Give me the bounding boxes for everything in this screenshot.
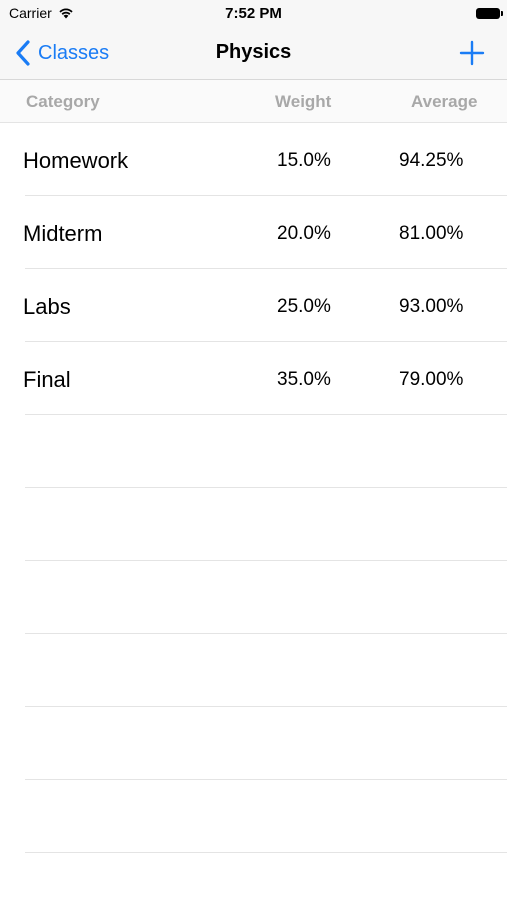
table-row[interactable]: Homework 15.0% 94.25% bbox=[0, 123, 507, 196]
page-title: Physics bbox=[215, 41, 292, 63]
empty-row bbox=[0, 634, 507, 707]
category-average: 93.00% bbox=[399, 296, 464, 317]
table-row[interactable]: Midterm 20.0% 81.00% bbox=[0, 196, 507, 269]
category-name: Homework bbox=[23, 148, 129, 173]
column-header-category: Category bbox=[26, 92, 100, 111]
empty-row bbox=[0, 707, 507, 780]
plus-icon[interactable] bbox=[459, 40, 485, 66]
category-weight: 15.0% bbox=[277, 150, 331, 171]
empty-row bbox=[0, 561, 507, 634]
column-header-weight: Weight bbox=[275, 92, 332, 111]
status-time: 7:52 PM bbox=[225, 5, 282, 22]
table-header: Category Weight Average bbox=[0, 80, 507, 123]
category-average: 79.00% bbox=[399, 369, 464, 390]
status-bar: Carrier 7:52 PM bbox=[0, 0, 507, 28]
category-weight: 35.0% bbox=[277, 369, 331, 390]
category-name: Labs bbox=[23, 294, 71, 319]
category-weight: 20.0% bbox=[277, 223, 331, 244]
category-table: Homework 15.0% 94.25% Midterm 20.0% 81.0… bbox=[0, 123, 507, 853]
empty-row bbox=[0, 415, 507, 488]
empty-row bbox=[0, 488, 507, 561]
column-header-average: Average bbox=[411, 92, 478, 111]
empty-row bbox=[0, 780, 507, 853]
table-row[interactable]: Labs 25.0% 93.00% bbox=[0, 269, 507, 342]
category-average: 81.00% bbox=[399, 223, 464, 244]
category-name: Final bbox=[23, 367, 71, 392]
navigation-bar: Classes Physics bbox=[0, 28, 507, 80]
category-average: 94.25% bbox=[399, 150, 464, 171]
category-weight: 25.0% bbox=[277, 296, 331, 317]
category-name: Midterm bbox=[23, 221, 103, 246]
table-row[interactable]: Final 35.0% 79.00% bbox=[0, 342, 507, 415]
battery-icon bbox=[476, 8, 503, 19]
